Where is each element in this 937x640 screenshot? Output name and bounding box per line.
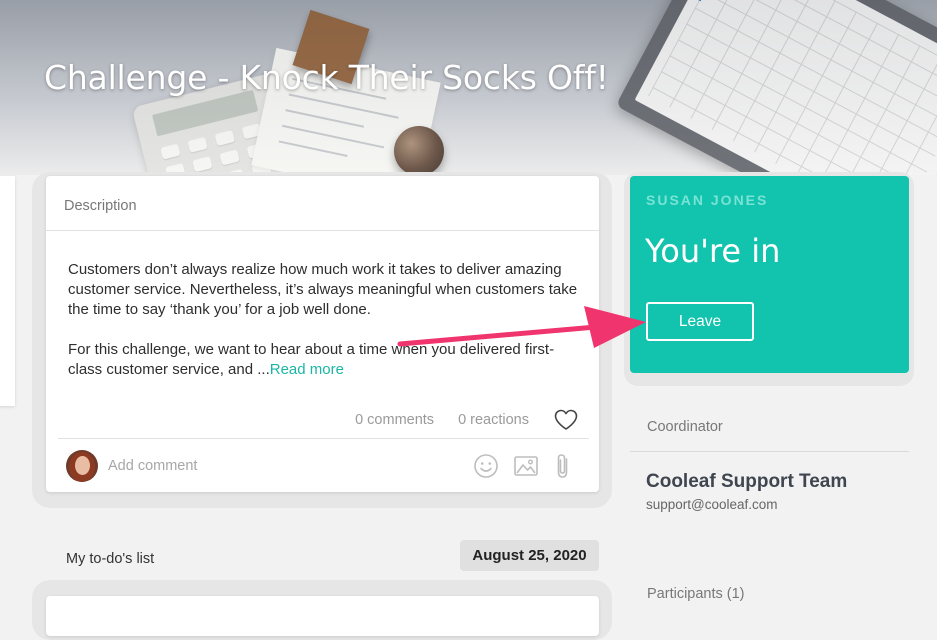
heart-icon[interactable] (553, 408, 579, 432)
engagement-stats: 0 comments 0 reactions (355, 408, 579, 432)
coordinator-label: Coordinator (647, 419, 723, 435)
coordinator-email[interactable]: support@cooleaf.com (646, 497, 778, 512)
paperclip-icon[interactable] (553, 452, 573, 480)
divider (46, 230, 599, 231)
hero-banner: Challenge - Knock Their Socks Off! (0, 0, 937, 175)
divider (58, 438, 589, 439)
todo-list-title: My to-do's list (66, 551, 155, 567)
emoji-icon[interactable] (473, 453, 499, 479)
coordinator-name: Cooleaf Support Team (646, 471, 848, 492)
leave-button[interactable]: Leave (646, 302, 754, 341)
description-header: Description (64, 198, 137, 214)
pointer-arrow-annotation (397, 306, 646, 348)
comment-composer: Add comment (66, 449, 573, 483)
read-more-link[interactable]: Read more (270, 361, 344, 378)
join-status-card: SUSAN JONES You're in Leave (630, 176, 909, 373)
avatar (66, 450, 98, 482)
join-status-text: You're in (645, 232, 781, 270)
reactions-count[interactable]: 0 reactions (458, 412, 529, 428)
page-title: Challenge - Knock Their Socks Off! (44, 58, 609, 97)
comment-toolbar (473, 452, 573, 480)
date-badge: August 25, 2020 (460, 540, 599, 571)
divider (630, 451, 909, 452)
add-comment-input[interactable]: Add comment (108, 458, 473, 474)
todo-card (46, 596, 599, 636)
image-icon[interactable] (513, 454, 539, 478)
participant-name: SUSAN JONES (646, 192, 769, 208)
participants-label: Participants (1) (647, 586, 745, 602)
comments-count[interactable]: 0 comments (355, 412, 434, 428)
previous-card-edge (0, 176, 15, 406)
